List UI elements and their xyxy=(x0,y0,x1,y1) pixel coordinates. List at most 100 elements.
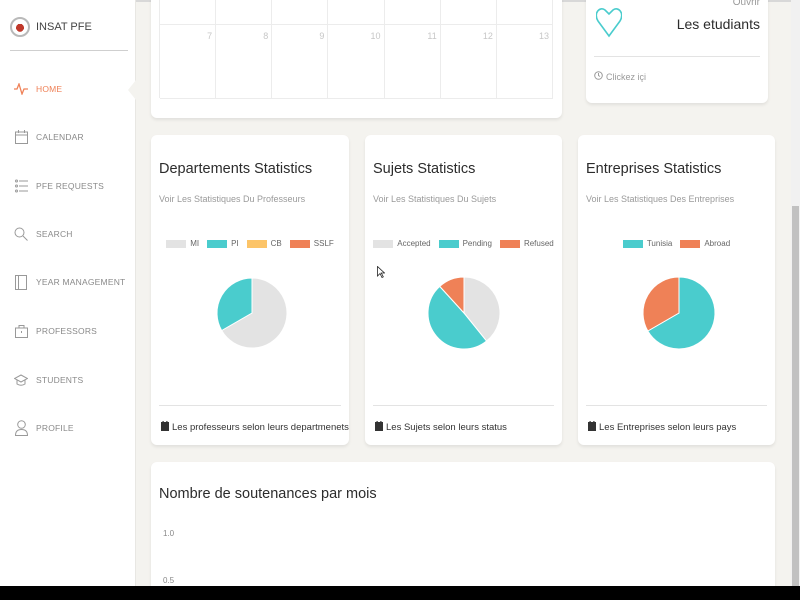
legend-swatch xyxy=(680,239,701,248)
scrollbar-thumb[interactable] xyxy=(792,206,799,586)
card-title: Departements Statistics xyxy=(159,161,313,177)
legend-item[interactable]: Pending xyxy=(438,239,492,248)
calendar-small-icon xyxy=(161,421,169,434)
user-icon xyxy=(14,420,28,436)
clock-icon xyxy=(594,71,603,82)
search-icon xyxy=(14,226,28,242)
calendar-day[interactable]: 8 xyxy=(216,25,273,99)
sidebar-item-search[interactable]: SEARCH xyxy=(14,224,73,244)
calendar-day[interactable]: 9 xyxy=(272,25,329,99)
legend-item[interactable]: Abroad xyxy=(680,239,730,248)
legend-item[interactable]: CB xyxy=(246,239,282,248)
legend-swatch xyxy=(499,239,520,248)
legend-item[interactable]: Accepted xyxy=(373,239,431,248)
y-tick-label: 1.0 xyxy=(163,529,175,538)
card-divider xyxy=(373,405,554,406)
sidebar-item-label: PROFESSORS xyxy=(36,326,98,336)
legend-item[interactable]: MI xyxy=(166,239,199,248)
heartbeat-icon xyxy=(14,81,28,97)
legend-item[interactable]: Tunisia xyxy=(622,239,672,248)
legend-item[interactable]: Refused xyxy=(499,239,554,248)
sidebar-item-label: YEAR MANAGEMENT xyxy=(36,277,126,287)
departements-pie-chart xyxy=(216,277,288,349)
book-icon xyxy=(14,274,28,290)
chart-legend: Tunisia Abroad xyxy=(578,239,775,248)
calendar-small-icon xyxy=(375,421,383,434)
sujets-card: Sujets Statistics Voir Les Statistiques … xyxy=(365,135,562,445)
sidebar-item-year-management[interactable]: YEAR MANAGEMENT xyxy=(14,272,125,292)
y-tick-label: 0.5 xyxy=(163,576,175,585)
sidebar-item-calendar[interactable]: CALENDAR xyxy=(14,127,84,147)
graduation-cap-icon xyxy=(14,372,28,388)
sidebar-item-label: CALENDAR xyxy=(36,132,84,142)
calendar-day[interactable]: 10 xyxy=(328,25,385,99)
brand[interactable]: INSAT PFE xyxy=(10,12,92,42)
legend-item[interactable]: SSLF xyxy=(289,239,334,248)
chart-legend: Accepted Pending Refused xyxy=(365,239,562,248)
sidebar-item-professors[interactable]: PROFESSORS xyxy=(14,321,97,341)
calendar-day[interactable]: 12 xyxy=(440,25,497,99)
legend-swatch xyxy=(622,239,643,248)
legend-swatch xyxy=(289,239,310,248)
sidebar-item-home[interactable]: HOME xyxy=(14,79,62,99)
page-scrollbar[interactable] xyxy=(791,0,800,586)
students-title: Les etudiants xyxy=(676,16,760,32)
sidebar-item-label: PROFILE xyxy=(36,423,74,433)
legend-item[interactable]: PI xyxy=(207,239,239,248)
legend-swatch xyxy=(166,239,187,248)
card-footer: Les Sujets selon leurs status xyxy=(375,421,507,434)
card-divider xyxy=(594,56,760,57)
calendar-small-icon xyxy=(588,421,596,434)
entreprises-pie-chart xyxy=(642,276,716,350)
card-subtitle: Voir Les Statistiques Du Professeurs xyxy=(159,194,306,204)
mouse-cursor-icon xyxy=(377,265,386,283)
card-footer-text: Les professeurs selon leurs departmenets xyxy=(172,422,349,433)
calendar-card: 7 8 9 10 11 12 13 xyxy=(151,0,562,118)
sidebar-item-label: STUDENTS xyxy=(36,375,84,385)
list-icon xyxy=(14,178,28,194)
sujets-pie-chart xyxy=(427,276,501,350)
students-footer[interactable]: Clickez içi xyxy=(594,71,646,82)
app-title: INSAT PFE xyxy=(36,21,92,33)
heart-icon xyxy=(595,4,623,43)
entreprises-card: Entreprises Statistics Voir Les Statisti… xyxy=(578,135,775,445)
briefcase-icon xyxy=(14,323,28,339)
card-footer-text: Les Entreprises selon leurs pays xyxy=(599,422,737,433)
sidebar-item-label: HOME xyxy=(36,84,63,94)
card-divider xyxy=(159,405,341,406)
sidebar-item-label: SEARCH xyxy=(36,229,73,239)
students-footer-text: Clickez içi xyxy=(606,71,647,82)
calendar-icon xyxy=(14,129,28,145)
sidebar: INSAT PFE HOME CALENDAR PFE REQUESTS SEA… xyxy=(0,0,136,586)
card-divider xyxy=(586,405,767,406)
active-indicator xyxy=(128,80,136,100)
calendar-grid: 7 8 9 10 11 12 13 xyxy=(159,24,553,99)
sidebar-item-profile[interactable]: PROFILE xyxy=(14,418,74,438)
chart-legend: MI PI CB SSLF xyxy=(151,239,349,248)
brand-divider xyxy=(10,50,128,51)
card-subtitle: Voir Les Statistiques Des Entreprises xyxy=(586,194,735,204)
sidebar-item-label: PFE REQUESTS xyxy=(36,181,105,191)
card-footer-text: Les Sujets selon leurs status xyxy=(386,422,507,433)
students-card[interactable]: Ouvrir Les etudiants Clickez içi xyxy=(586,0,768,103)
card-footer: Les professeurs selon leurs departmenets xyxy=(161,421,349,434)
soutenances-card: Nombre de soutenances par mois 1.0 0.5 xyxy=(151,462,775,600)
taskbar-strip xyxy=(0,586,800,600)
sidebar-item-students[interactable]: STUDENTS xyxy=(14,370,83,390)
calendar-day[interactable]: 13 xyxy=(496,25,553,99)
calendar-day[interactable]: 7 xyxy=(160,25,217,99)
legend-swatch xyxy=(438,239,459,248)
legend-swatch xyxy=(207,239,228,248)
app-logo xyxy=(10,17,30,37)
legend-swatch xyxy=(246,239,267,248)
students-open-label: Ouvrir xyxy=(732,0,760,8)
card-title: Sujets Statistics xyxy=(373,161,476,177)
card-title: Nombre de soutenances par mois xyxy=(159,486,377,502)
departements-card: Departements Statistics Voir Les Statist… xyxy=(151,135,349,445)
card-footer: Les Entreprises selon leurs pays xyxy=(588,421,736,434)
calendar-day[interactable]: 11 xyxy=(384,25,441,99)
card-subtitle: Voir Les Statistiques Du Sujets xyxy=(373,194,497,204)
sidebar-item-pfe-requests[interactable]: PFE REQUESTS xyxy=(14,176,104,196)
card-title: Entreprises Statistics xyxy=(586,161,722,177)
legend-swatch xyxy=(373,239,394,248)
